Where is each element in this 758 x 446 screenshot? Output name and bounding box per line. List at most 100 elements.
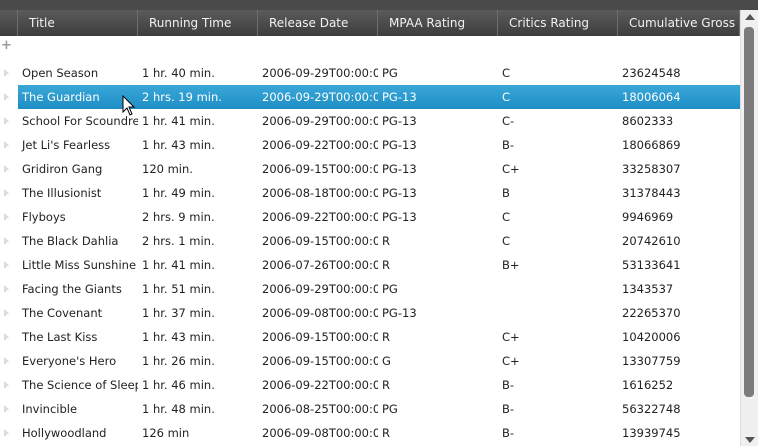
cell-critics-rating[interactable]: C+ <box>498 354 618 368</box>
column-header-release-date[interactable]: Release Date <box>258 10 378 36</box>
cell-title[interactable]: Flyboys <box>18 210 138 224</box>
cell-mpaa-rating[interactable]: R <box>378 330 498 344</box>
cell-running-time[interactable]: 1 hr. 46 min. <box>138 378 258 392</box>
cell-mpaa-rating[interactable]: PG-13 <box>378 138 498 152</box>
cell-release-date[interactable]: 2006-09-29T00:00:00 <box>258 66 378 80</box>
table-row[interactable]: Jet Li's Fearless 1 hr. 43 min. 2006-09-22… <box>0 133 740 157</box>
cell-cumulative-gross[interactable]: 13307759 <box>618 354 740 368</box>
column-header-mpaa-rating[interactable]: MPAA Rating <box>378 10 498 36</box>
cell-critics-rating[interactable]: C <box>498 210 618 224</box>
cell-title[interactable]: The Illusionist <box>18 186 138 200</box>
cell-release-date[interactable]: 2006-09-29T00:00:00 <box>258 114 378 128</box>
row-indicator[interactable] <box>0 325 18 349</box>
table-row[interactable]: The Black Dahlia 2 hrs. 1 min. 2006-09-15T… <box>0 229 740 253</box>
cell-cumulative-gross[interactable]: 1616252 <box>618 378 740 392</box>
cell-cumulative-gross[interactable]: 8602333 <box>618 114 740 128</box>
cell-title[interactable]: Gridiron Gang <box>18 162 138 176</box>
cell-running-time[interactable]: 1 hr. 37 min. <box>138 306 258 320</box>
row-indicator[interactable] <box>0 277 18 301</box>
cell-cumulative-gross[interactable]: 31378443 <box>618 186 740 200</box>
cell-critics-rating[interactable]: B <box>498 186 618 200</box>
table-row[interactable]: Little Miss Sunshine 1 hr. 41 min. 2006-07… <box>0 253 740 277</box>
table-row[interactable]: Open Season 1 hr. 40 min. 2006-09-29T00:00… <box>0 61 740 85</box>
cell-title[interactable]: The Black Dahlia <box>18 234 138 248</box>
row-indicator[interactable] <box>0 301 18 325</box>
cell-running-time[interactable]: 1 hr. 51 min. <box>138 282 258 296</box>
cell-running-time[interactable]: 2 hrs. 9 min. <box>138 210 258 224</box>
table-row[interactable]: Everyone's Hero 1 hr. 26 min. 2006-09-15T0… <box>0 349 740 373</box>
cell-release-date[interactable]: 2006-09-08T00:00:00 <box>258 426 378 440</box>
cell-release-date[interactable]: 2006-08-25T00:00:00 <box>258 402 378 416</box>
cell-running-time[interactable]: 1 hr. 41 min. <box>138 258 258 272</box>
cell-title[interactable]: The Guardian <box>18 90 138 104</box>
row-indicator[interactable] <box>0 253 18 277</box>
column-header-critics-rating[interactable]: Critics Rating <box>498 10 618 36</box>
cell-cumulative-gross[interactable]: 18066869 <box>618 138 740 152</box>
row-indicator[interactable] <box>0 397 18 421</box>
cell-critics-rating[interactable]: C+ <box>498 162 618 176</box>
cell-title[interactable]: The Last Kiss <box>18 330 138 344</box>
cell-title[interactable]: School For Scoundrels <box>18 114 138 128</box>
row-indicator[interactable] <box>0 61 18 85</box>
cell-release-date[interactable]: 2006-09-08T00:00:00 <box>258 306 378 320</box>
cell-cumulative-gross[interactable]: 20742610 <box>618 234 740 248</box>
cell-release-date[interactable]: 2006-09-22T00:00:00 <box>258 378 378 392</box>
cell-release-date[interactable]: 2006-09-15T00:00:00 <box>258 234 378 248</box>
cell-release-date[interactable]: 2006-09-15T00:00:00 <box>258 162 378 176</box>
column-header-running-time[interactable]: Running Time <box>138 10 258 36</box>
scroll-up-icon[interactable] <box>745 14 755 20</box>
scrollbar-thumb[interactable] <box>744 27 754 397</box>
cell-mpaa-rating[interactable]: PG-13 <box>378 186 498 200</box>
cell-running-time[interactable]: 1 hr. 40 min. <box>138 66 258 80</box>
cell-running-time[interactable]: 1 hr. 43 min. <box>138 330 258 344</box>
table-row[interactable]: Flyboys 2 hrs. 9 min. 2006-09-22T00:00:00 P… <box>0 205 740 229</box>
cell-cumulative-gross[interactable]: 18006064 <box>618 90 740 104</box>
new-row-placeholder[interactable] <box>0 36 740 60</box>
cell-title[interactable]: Facing the Giants <box>18 282 138 296</box>
cell-title[interactable]: Invincible <box>18 402 138 416</box>
cell-critics-rating[interactable]: C- <box>498 114 618 128</box>
cell-critics-rating[interactable]: C+ <box>498 330 618 344</box>
row-indicator[interactable] <box>0 85 18 109</box>
table-row[interactable]: Facing the Giants 1 hr. 51 min. 2006-09-29… <box>0 277 740 301</box>
cell-mpaa-rating[interactable]: R <box>378 234 498 248</box>
row-indicator[interactable] <box>0 421 18 445</box>
cell-mpaa-rating[interactable]: PG <box>378 402 498 416</box>
table-row[interactable]: The Covenant 1 hr. 37 min. 2006-09-08T00:0… <box>0 301 740 325</box>
cell-release-date[interactable]: 2006-09-15T00:00:00 <box>258 354 378 368</box>
row-indicator[interactable] <box>0 229 18 253</box>
row-indicator[interactable] <box>0 373 18 397</box>
plus-icon[interactable]: + <box>1 39 12 52</box>
row-indicator[interactable] <box>0 349 18 373</box>
row-indicator[interactable] <box>0 157 18 181</box>
cell-critics-rating[interactable]: B+ <box>498 258 618 272</box>
cell-cumulative-gross[interactable]: 1343537 <box>618 282 740 296</box>
cell-cumulative-gross[interactable]: 33258307 <box>618 162 740 176</box>
cell-cumulative-gross[interactable]: 53133641 <box>618 258 740 272</box>
cell-title[interactable]: The Covenant <box>18 306 138 320</box>
cell-cumulative-gross[interactable]: 13939745 <box>618 426 740 440</box>
cell-mpaa-rating[interactable]: PG-13 <box>378 306 498 320</box>
column-header-title[interactable]: Title <box>18 10 138 36</box>
cell-release-date[interactable]: 2006-09-22T00:00:00 <box>258 210 378 224</box>
column-header-cumulative-gross[interactable]: Cumulative Gross <box>618 10 740 36</box>
cell-mpaa-rating[interactable]: PG-13 <box>378 90 498 104</box>
table-row[interactable]: The Illusionist 1 hr. 49 min. 2006-08-18T0… <box>0 181 740 205</box>
cell-cumulative-gross[interactable]: 9946969 <box>618 210 740 224</box>
cell-running-time[interactable]: 1 hr. 43 min. <box>138 138 258 152</box>
cell-critics-rating[interactable]: C <box>498 90 618 104</box>
row-indicator[interactable] <box>0 181 18 205</box>
cell-title[interactable]: Open Season <box>18 66 138 80</box>
cell-running-time[interactable]: 1 hr. 26 min. <box>138 354 258 368</box>
cell-release-date[interactable]: 2006-09-15T00:00:00 <box>258 330 378 344</box>
cell-mpaa-rating[interactable]: PG <box>378 66 498 80</box>
cell-cumulative-gross[interactable]: 56322748 <box>618 402 740 416</box>
cell-mpaa-rating[interactable]: R <box>378 378 498 392</box>
table-row[interactable]: Gridiron Gang 120 min. 2006-09-15T00:00:00… <box>0 157 740 181</box>
cell-title[interactable]: Jet Li's Fearless <box>18 138 138 152</box>
cell-mpaa-rating[interactable]: PG-13 <box>378 210 498 224</box>
cell-title[interactable]: Hollywoodland <box>18 426 138 440</box>
cell-critics-rating[interactable]: B- <box>498 138 618 152</box>
cell-running-time[interactable]: 2 hrs. 1 min. <box>138 234 258 248</box>
cell-mpaa-rating[interactable]: PG-13 <box>378 114 498 128</box>
